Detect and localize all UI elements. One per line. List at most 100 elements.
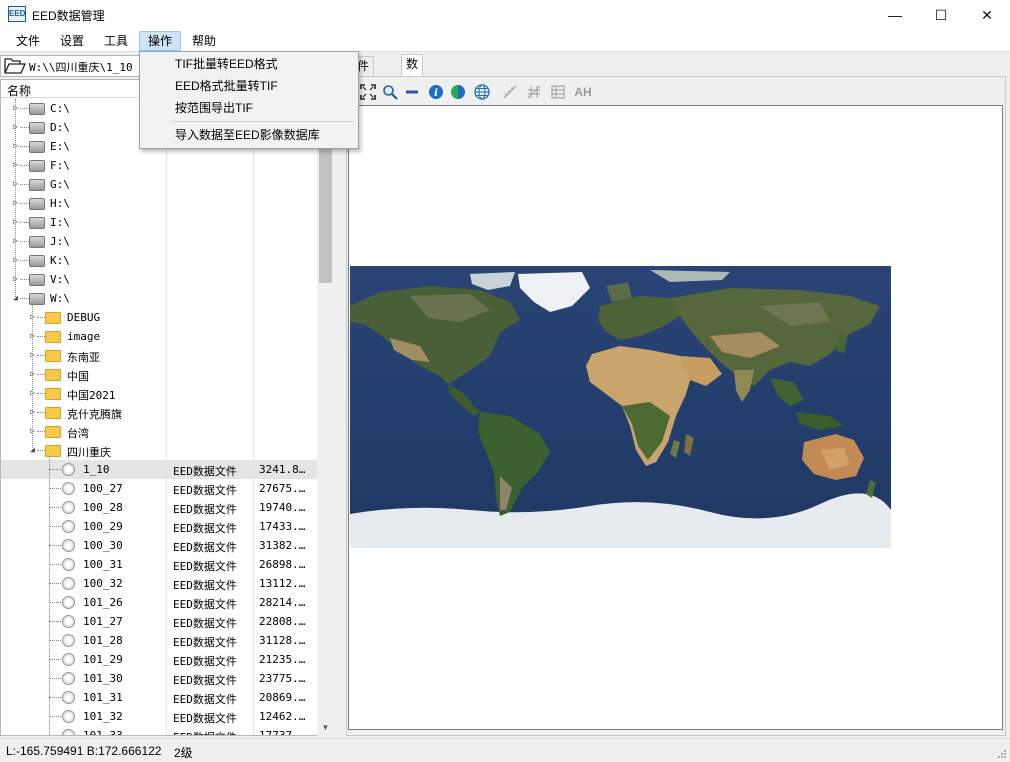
file-type: EED数据文件 bbox=[173, 465, 237, 478]
half-circle-icon[interactable] bbox=[449, 83, 467, 101]
drive-icon bbox=[29, 217, 45, 229]
file-name: 100_31 bbox=[83, 558, 123, 571]
menu-item-eed-to-tif[interactable]: EED格式批量转TIF bbox=[141, 75, 357, 97]
eed-file-icon bbox=[62, 615, 75, 628]
table-icon[interactable] bbox=[549, 83, 567, 101]
tree-folder-label: 中国2021 bbox=[67, 389, 116, 402]
menu-settings[interactable]: 设置 bbox=[52, 31, 92, 51]
menu-tools[interactable]: 工具 bbox=[96, 31, 136, 51]
drive-icon bbox=[29, 160, 45, 172]
file-name: 101_32 bbox=[83, 710, 123, 723]
tree-drive-label: V:\ bbox=[50, 273, 70, 286]
menu-bar: 文件 设置 工具 操作 帮助 bbox=[0, 30, 1010, 52]
tree-drive-label: G:\ bbox=[50, 178, 70, 191]
tree-drive-label: H:\ bbox=[50, 197, 70, 210]
grid-line-icon[interactable] bbox=[501, 83, 519, 101]
minus-icon[interactable] bbox=[403, 83, 421, 101]
tree-folder-label: 东南亚 bbox=[67, 351, 100, 364]
eed-file-icon bbox=[62, 558, 75, 571]
tree-drive-row[interactable]: ▷ J:\ bbox=[1, 232, 317, 251]
tree-folder-row[interactable]: ▷ 中国2021 bbox=[1, 384, 317, 403]
scroll-down-icon[interactable]: ▼ bbox=[317, 719, 334, 736]
file-name: 100_28 bbox=[83, 501, 123, 514]
tree-drive-row[interactable]: ▷ K:\ bbox=[1, 251, 317, 270]
fullscreen-icon[interactable] bbox=[359, 83, 377, 101]
folder-open-icon[interactable] bbox=[4, 58, 26, 74]
drive-icon bbox=[29, 255, 45, 267]
status-bar: L:-165.759491 B:172.666122 2级 bbox=[0, 738, 1010, 762]
menu-operations[interactable]: 操作 bbox=[139, 31, 182, 51]
tree-folder-row[interactable]: ▷ 克什克腾旗 bbox=[1, 403, 317, 422]
drive-icon bbox=[29, 141, 45, 153]
file-name: 101_29 bbox=[83, 653, 123, 666]
tree-folder-label: 中国 bbox=[67, 370, 89, 383]
tree-folder-row[interactable]: ▷ 东南亚 bbox=[1, 346, 317, 365]
resize-grip-icon[interactable] bbox=[997, 749, 1007, 759]
tree-drive-row[interactable]: ◢ W:\ bbox=[1, 289, 317, 308]
file-type: EED数据文件 bbox=[173, 729, 237, 735]
map-canvas[interactable] bbox=[348, 105, 1003, 730]
status-level: 2级 bbox=[174, 746, 193, 760]
zoom-icon[interactable] bbox=[381, 83, 399, 101]
eed-file-icon bbox=[62, 710, 75, 723]
tree-drive-row[interactable]: ▷ V:\ bbox=[1, 270, 317, 289]
file-name: 101_30 bbox=[83, 672, 123, 685]
file-type: EED数据文件 bbox=[173, 636, 237, 649]
file-size: 23775.… bbox=[259, 672, 306, 685]
close-button[interactable]: ✕ bbox=[964, 0, 1010, 30]
eed-file-icon bbox=[62, 729, 75, 735]
info-icon[interactable]: i bbox=[427, 83, 445, 101]
tree-folder-row[interactable]: ▷ DEBUG bbox=[1, 308, 317, 327]
file-size: 19740.… bbox=[259, 501, 306, 514]
file-name: 100_30 bbox=[83, 539, 123, 552]
drive-icon bbox=[29, 122, 45, 134]
drive-icon bbox=[29, 179, 45, 191]
file-size: 20869.… bbox=[259, 691, 306, 704]
folder-icon bbox=[45, 445, 61, 457]
globe-icon[interactable] bbox=[473, 83, 491, 101]
grid-cross-icon[interactable] bbox=[525, 83, 543, 101]
tree-folder-label: 克什克腾旗 bbox=[67, 408, 122, 421]
folder-icon bbox=[45, 369, 61, 381]
eed-file-icon bbox=[62, 482, 75, 495]
file-type: EED数据文件 bbox=[173, 484, 237, 497]
tree-drive-label: J:\ bbox=[50, 235, 70, 248]
eed-file-icon bbox=[62, 672, 75, 685]
tree-folder-label: 四川重庆 bbox=[67, 446, 111, 459]
menu-item-tif-to-eed[interactable]: TIF批量转EED格式 bbox=[141, 53, 357, 75]
menu-help[interactable]: 帮助 bbox=[184, 31, 224, 51]
tree-folder-row[interactable]: ▷ 中国 bbox=[1, 365, 317, 384]
file-size: 28214.… bbox=[259, 596, 306, 609]
file-name: 1_10 bbox=[83, 463, 110, 476]
file-name: 100_27 bbox=[83, 482, 123, 495]
tree-drive-row[interactable]: ▷ H:\ bbox=[1, 194, 317, 213]
menu-file[interactable]: 文件 bbox=[8, 31, 48, 51]
eed-file-icon bbox=[62, 691, 75, 704]
file-name: 100_32 bbox=[83, 577, 123, 590]
tab-data-view[interactable]: 数据视图 bbox=[401, 54, 424, 125]
path-input[interactable]: W:\\四川重庆\1_10 bbox=[29, 59, 133, 75]
tree-scrollbar[interactable]: ▲ ▼ bbox=[317, 79, 334, 736]
maximize-button[interactable]: ☐ bbox=[918, 0, 964, 30]
ah-button[interactable]: AH bbox=[571, 83, 595, 101]
tree-folder-row[interactable]: ▷ 台湾 bbox=[1, 422, 317, 441]
tree-drive-row[interactable]: ▷ I:\ bbox=[1, 213, 317, 232]
minimize-button[interactable]: — bbox=[872, 0, 918, 30]
file-size: 17433.… bbox=[259, 520, 306, 533]
eed-file-icon bbox=[62, 653, 75, 666]
app-icon: EED bbox=[8, 6, 26, 22]
menu-item-export-range-tif[interactable]: 按范围导出TIF bbox=[141, 97, 357, 119]
eed-file-icon bbox=[62, 634, 75, 647]
menu-item-import-database[interactable]: 导入数据至EED影像数据库 bbox=[141, 124, 357, 146]
folder-icon bbox=[45, 388, 61, 400]
tree-drive-row[interactable]: ▷ F:\ bbox=[1, 156, 317, 175]
tree-drive-label: I:\ bbox=[50, 216, 70, 229]
file-type: EED数据文件 bbox=[173, 598, 237, 611]
tree-drive-row[interactable]: ▷ G:\ bbox=[1, 175, 317, 194]
column-header-name[interactable]: 名称 bbox=[7, 82, 31, 99]
drive-icon bbox=[29, 103, 45, 115]
file-type: EED数据文件 bbox=[173, 617, 237, 630]
tree-folder-row[interactable]: ▷ image bbox=[1, 327, 317, 346]
file-size: 3241.8… bbox=[259, 463, 306, 476]
tree-folder-label: image bbox=[67, 330, 101, 343]
